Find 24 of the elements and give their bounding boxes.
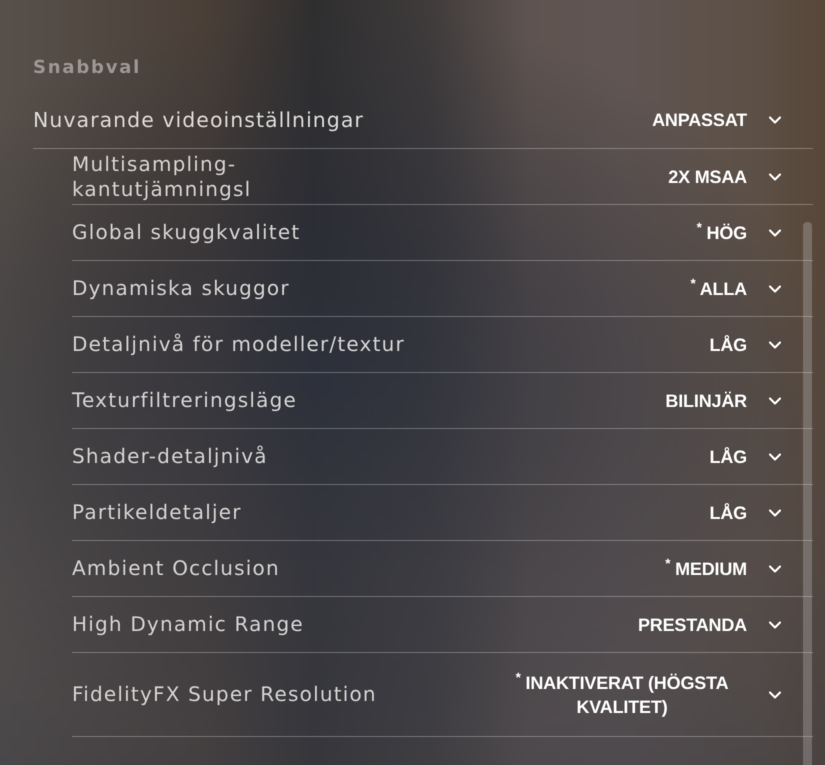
setting-label: Texturfiltreringsläge: [72, 388, 298, 413]
dropdown-button[interactable]: LÅG: [710, 444, 785, 468]
dropdown-button[interactable]: LÅG: [710, 500, 785, 524]
setting-label: Shader-detaljnivå: [72, 444, 268, 469]
setting-label: Dynamiska skuggor: [72, 276, 290, 301]
dropdown-button[interactable]: LÅG: [710, 332, 785, 356]
section-title: Snabbval: [33, 57, 142, 79]
dropdown-button[interactable]: $^{*}$ INAKTIVERAT (HÖGSTA KVALITET): [497, 670, 785, 718]
setting-label: Multisampling- kantutjämningsl: [72, 152, 252, 202]
setting-label: Detaljnivå för modeller/textur: [72, 332, 405, 357]
dropdown-button[interactable]: $^{*}$ HÖG: [696, 220, 785, 244]
dropdown-button[interactable]: ANPASSAT: [652, 108, 785, 132]
setting-label: Nuvarande videoinställningar: [33, 107, 364, 133]
dropdown-button[interactable]: $^{*}$ ALLA: [690, 276, 785, 300]
setting-label: Partikeldetaljer: [72, 500, 242, 525]
dropdown-button[interactable]: BILINJÄR: [665, 388, 785, 412]
setting-label: Global skuggkvalitet: [72, 220, 300, 245]
setting-label: High Dynamic Range: [72, 612, 304, 637]
setting-label: FidelityFX Super Resolution: [72, 682, 377, 707]
dropdown-button[interactable]: PRESTANDA: [638, 612, 785, 636]
scrollbar-thumb[interactable]: [803, 222, 812, 765]
dropdown-button[interactable]: 2X MSAA: [668, 164, 785, 188]
setting-label: Ambient Occlusion: [72, 556, 280, 581]
dropdown-button[interactable]: $^{*}$ MEDIUM: [665, 556, 785, 580]
